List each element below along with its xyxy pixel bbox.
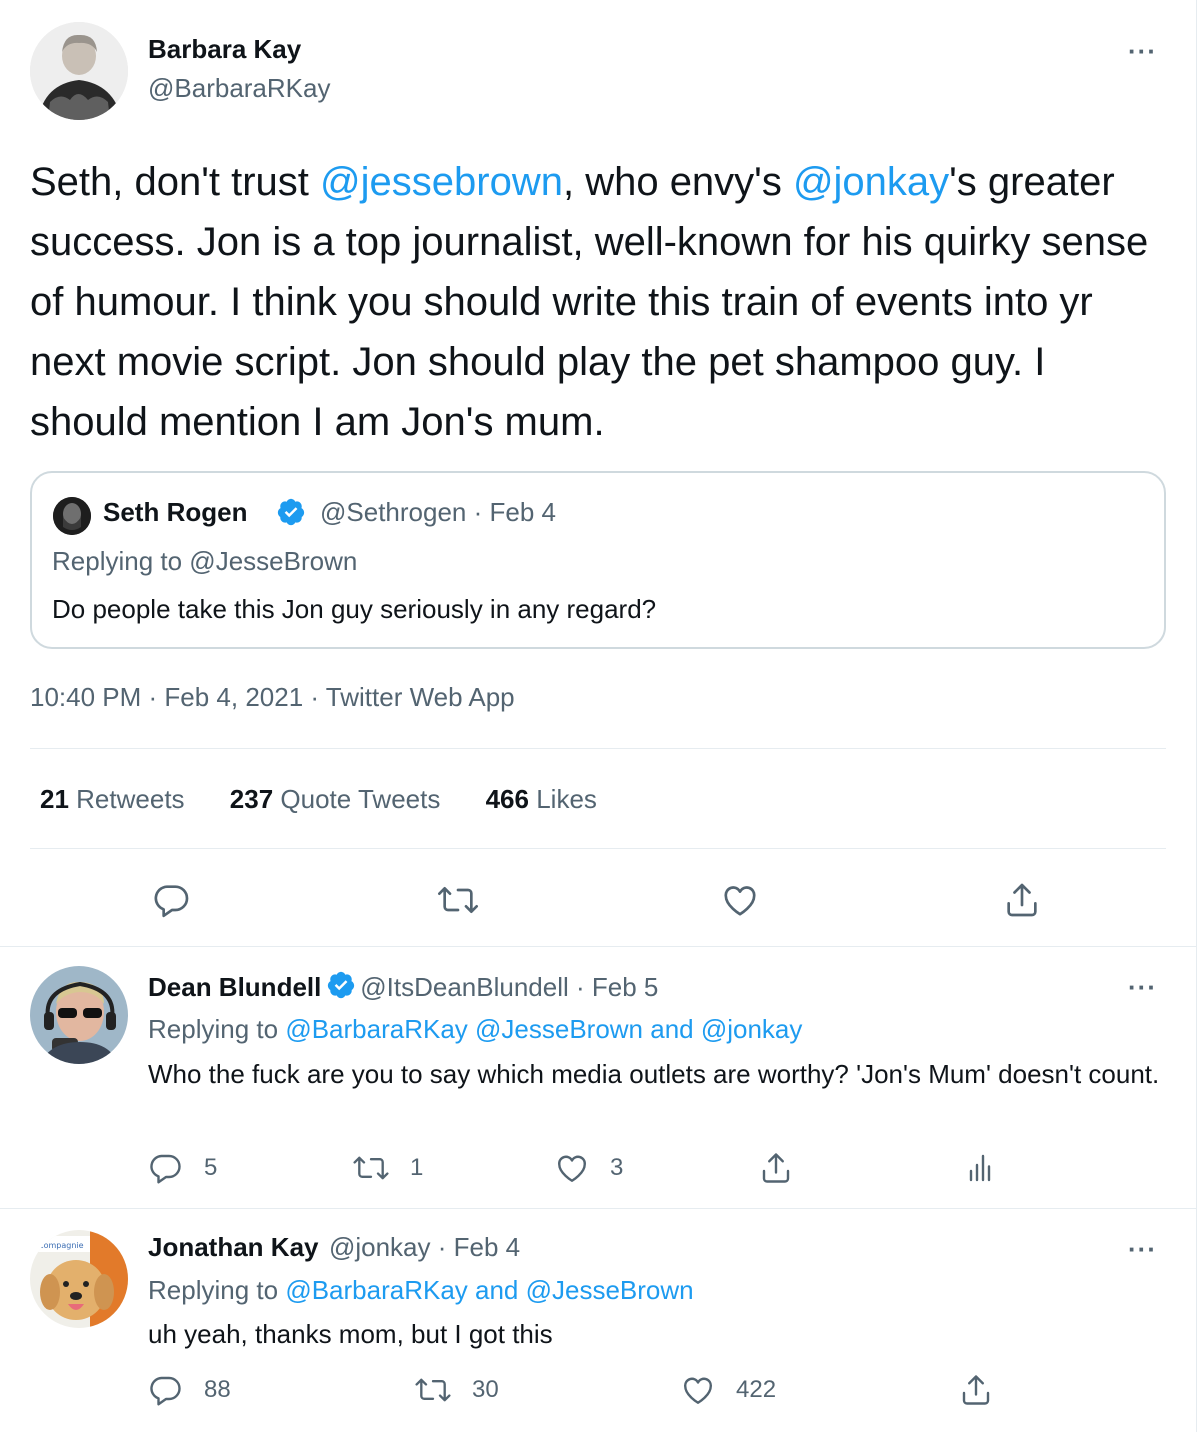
divider: [0, 946, 1197, 947]
reply-handle-date[interactable]: @ItsDeanBlundell · Feb 5: [360, 972, 658, 1002]
quoted-handle-date[interactable]: @Sethrogen · Feb 4: [320, 497, 556, 528]
analytics-icon: [969, 1154, 991, 1182]
retweet-icon: [353, 1156, 389, 1180]
replying-mentions[interactable]: @BarbaraRKay @JesseBrown and @jonkay: [285, 1014, 802, 1044]
reply-button[interactable]: 5: [148, 1150, 217, 1186]
mention-jessebrown[interactable]: @jessebrown: [320, 160, 563, 204]
reply-icon: [150, 1376, 181, 1406]
more-options-icon[interactable]: ···: [1128, 972, 1157, 1003]
like-button[interactable]: 422: [680, 1372, 776, 1408]
analytics-button[interactable]: [962, 1150, 998, 1186]
retweet-button[interactable]: [436, 880, 480, 920]
reply-handle-date[interactable]: @jonkay · Feb 4: [329, 1232, 520, 1262]
divider: [0, 1208, 1197, 1209]
divider: [30, 848, 1166, 849]
replying-mentions[interactable]: @BarbaraRKay and @JesseBrown: [285, 1275, 693, 1305]
retweet-count: 30: [472, 1376, 499, 1403]
like-icon: [724, 886, 756, 916]
avatar-barbara-kay[interactable]: [30, 22, 128, 120]
avatar-seth-rogen[interactable]: [53, 497, 91, 535]
tweet-timestamp[interactable]: 10:40 PM · Feb 4, 2021 · Twitter Web App: [30, 682, 515, 713]
author-name[interactable]: Barbara Kay: [148, 34, 301, 65]
quote-tweets-count: 237: [229, 784, 274, 814]
like-count: 3: [610, 1154, 624, 1181]
quote-tweets-stat[interactable]: 237 Quote Tweets: [230, 784, 441, 814]
likes-stat[interactable]: 466 Likes: [486, 784, 597, 814]
like-button[interactable]: [720, 880, 760, 920]
reply-author-name[interactable]: Jonathan Kay: [148, 1232, 319, 1262]
reply-button[interactable]: [152, 880, 192, 920]
reply-replying-to: Replying to @BarbaraRKay and @JesseBrown: [148, 1275, 694, 1306]
retweets-count: 21: [40, 784, 69, 814]
reply-text: Who the fuck are you to say which media …: [148, 1059, 1160, 1089]
retweets-stat[interactable]: 21 Retweets: [40, 784, 185, 814]
quoted-replying-to[interactable]: Replying to @JesseBrown: [52, 546, 357, 577]
tweet-thread: Barbara Kay @BarbaraRKay ··· Seth, don't…: [0, 0, 1197, 1432]
share-icon: [762, 1153, 790, 1183]
reply-header: Dean Blundell @ItsDeanBlundell · Feb 5: [148, 970, 658, 1003]
reply-count: 5: [204, 1154, 218, 1181]
retweet-button[interactable]: 1: [352, 1150, 423, 1186]
reply-button[interactable]: 88: [148, 1372, 231, 1408]
divider: [30, 748, 1166, 749]
like-button[interactable]: 3: [554, 1150, 623, 1186]
tweet-stats: 21 Retweets 237 Quote Tweets 466 Likes: [40, 784, 635, 815]
quoted-author-name[interactable]: Seth Rogen: [103, 497, 247, 528]
share-icon: [962, 1375, 990, 1405]
retweets-label: Retweets: [76, 784, 185, 814]
tweet-text-part: Seth, don't trust: [30, 160, 321, 204]
reply-count: 88: [204, 1376, 231, 1403]
like-count: 422: [736, 1376, 777, 1403]
retweet-count: 1: [410, 1154, 424, 1181]
share-button[interactable]: [958, 1372, 994, 1408]
likes-count: 466: [485, 784, 529, 814]
quoted-text: Do people take this Jon guy seriously in…: [52, 594, 657, 624]
tweet-text: Seth, don't trust @jessebrown, who envy'…: [30, 152, 1170, 452]
author-handle[interactable]: @BarbaraRKay: [148, 73, 330, 104]
reply-author-name[interactable]: Dean Blundell: [148, 972, 321, 1002]
more-options-icon[interactable]: ···: [1128, 36, 1157, 67]
verified-badge-icon: [277, 498, 305, 526]
likes-label: Likes: [536, 784, 597, 814]
more-options-icon[interactable]: ···: [1128, 1234, 1157, 1265]
like-icon: [558, 1155, 586, 1182]
quote-tweets-label: Quote Tweets: [280, 784, 441, 814]
retweet-icon: [415, 1378, 451, 1402]
share-button[interactable]: [758, 1150, 794, 1186]
like-icon: [684, 1377, 712, 1404]
svg-text:Compagnie: Compagnie: [38, 1241, 84, 1250]
replying-label: Replying to: [148, 1014, 286, 1044]
reply-text: uh yeah, thanks mom, but I got this: [148, 1319, 553, 1349]
tweet-text-part: , who envy's: [562, 160, 793, 204]
avatar-jonathan-kay[interactable]: Compagnie: [30, 1230, 128, 1328]
reply-icon: [150, 1154, 181, 1184]
mention-jonkay[interactable]: @jonkay: [793, 160, 949, 204]
reply-replying-to: Replying to @BarbaraRKay @JesseBrown and…: [148, 1014, 802, 1045]
retweet-button[interactable]: 30: [414, 1372, 499, 1408]
verified-badge-icon: [327, 971, 354, 999]
share-button[interactable]: [1002, 880, 1042, 920]
retweet-icon: [438, 887, 478, 913]
avatar-dean-blundell[interactable]: [30, 966, 128, 1064]
reply-icon: [154, 885, 189, 918]
share-icon: [1007, 883, 1037, 917]
replying-label: Replying to: [148, 1275, 286, 1305]
reply-header: Jonathan Kay @jonkay · Feb 4: [148, 1232, 520, 1263]
